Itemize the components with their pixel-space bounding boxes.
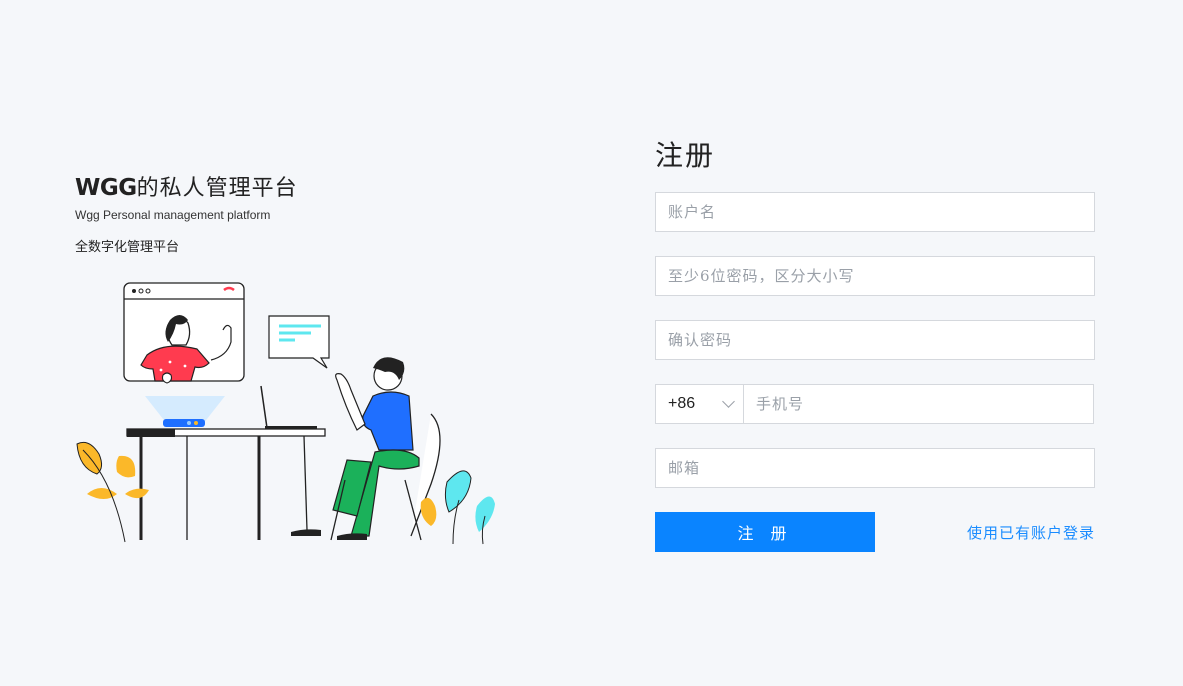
register-form: 注册 +86 注 册 使用已有账户登录 bbox=[655, 138, 1095, 552]
confirm-password-input[interactable] bbox=[656, 321, 1094, 359]
username-field bbox=[655, 192, 1095, 232]
form-title: 注册 bbox=[655, 139, 716, 172]
brand-subtitle: Wgg Personal management platform bbox=[75, 208, 271, 222]
phone-input-wrapper bbox=[743, 384, 1094, 424]
phone-input[interactable] bbox=[744, 385, 1093, 423]
country-code-value: +86 bbox=[668, 395, 696, 412]
email-input[interactable] bbox=[656, 449, 1094, 487]
register-button[interactable]: 注 册 bbox=[655, 512, 875, 552]
confirm-password-field bbox=[655, 320, 1095, 360]
country-code-select[interactable]: +86 bbox=[655, 384, 743, 424]
login-link[interactable]: 使用已有账户登录 bbox=[967, 522, 1095, 543]
phone-field: +86 bbox=[655, 384, 1095, 424]
chevron-down-icon bbox=[722, 395, 735, 408]
password-field bbox=[655, 256, 1095, 296]
brand-description: 全数字化管理平台 bbox=[75, 239, 180, 254]
video-call-illustration bbox=[76, 282, 495, 545]
username-input[interactable] bbox=[656, 193, 1094, 231]
brand-title-cn: 的私人管理平台 bbox=[136, 176, 298, 201]
form-actions: 注 册 使用已有账户登录 bbox=[655, 512, 1095, 552]
brand-panel: WGG的私人管理平台 Wgg Personal management platf… bbox=[75, 170, 505, 255]
brand-title: WGG的私人管理平台 bbox=[75, 170, 505, 202]
email-field bbox=[655, 448, 1095, 488]
password-input[interactable] bbox=[656, 257, 1094, 295]
brand-title-latin: WGG bbox=[75, 175, 137, 201]
